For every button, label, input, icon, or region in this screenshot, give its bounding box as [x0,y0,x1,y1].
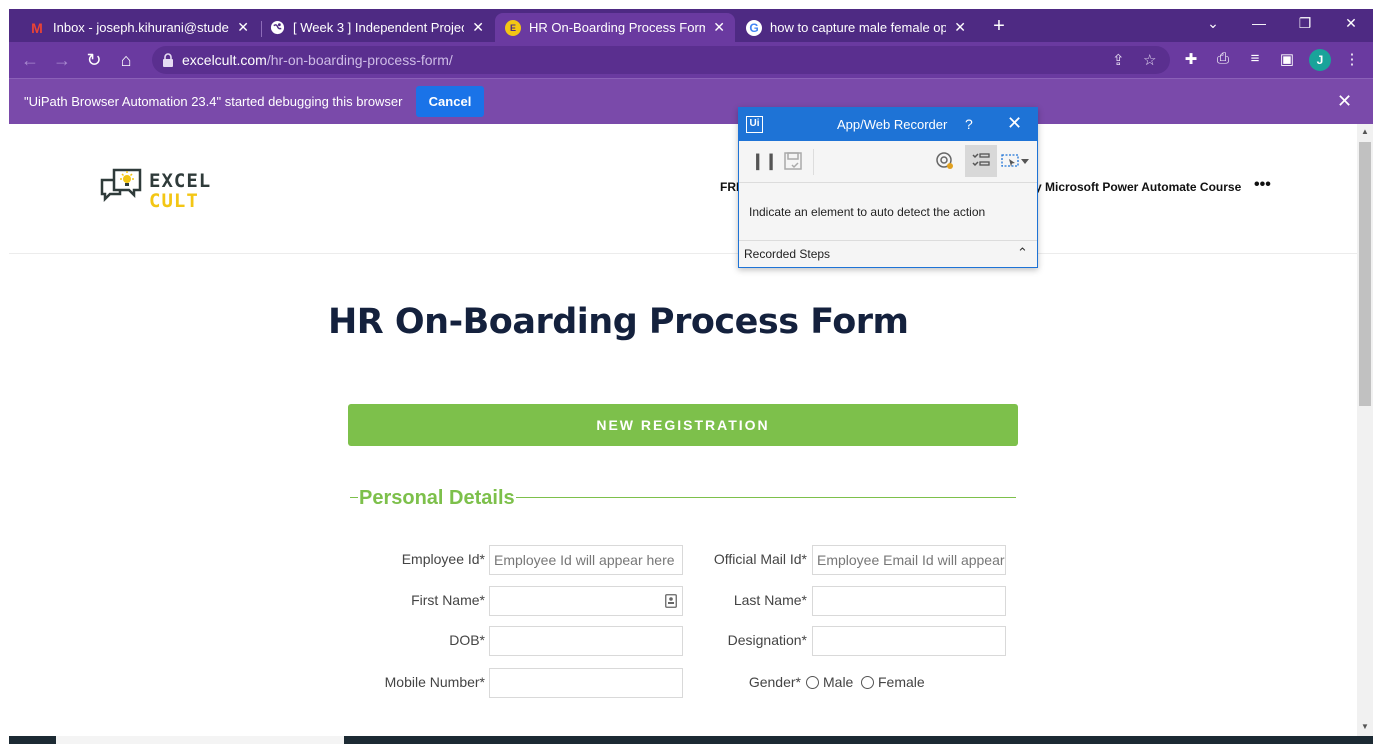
scroll-down-icon[interactable]: ▼ [1361,722,1369,731]
gender-female-radio[interactable] [861,676,874,689]
debug-infobar: "UiPath Browser Automation 23.4" started… [9,78,1373,124]
last-name-field[interactable] [812,586,1006,616]
nav-more-icon[interactable]: ••• [1254,176,1271,194]
recorded-list-icon[interactable] [965,145,997,177]
save-icon[interactable] [783,151,803,176]
logo-text-cult: CULT [149,190,199,212]
cast-icon[interactable]: ⎙ [1212,50,1234,67]
recorder-titlebar: Ui App/Web Recorder ? ✕ [739,108,1037,141]
taskbar [9,736,1373,744]
share-icon[interactable]: ⇪ [1112,51,1125,69]
recorded-steps-label: Recorded Steps [744,247,831,261]
recorder-toolbar: ❙❙ [739,141,1037,183]
tab-title: HR On-Boarding Process Form - E [529,20,706,35]
scroll-up-icon[interactable]: ▲ [1361,127,1369,136]
url-text: excelcult.com/hr-on-boarding-process-for… [182,52,453,68]
official-mail-field[interactable]: Employee Email Id will appear [812,545,1006,575]
nav-item-power-automate-course[interactable]: y Microsoft Power Automate Course [1035,180,1241,194]
designation-label: Designation* [727,632,807,648]
contact-card-icon[interactable] [665,594,677,608]
logo-bulb-icon [100,168,142,203]
page-scrollbar[interactable]: ▲ ▼ [1357,124,1373,736]
close-icon[interactable]: ✕ [472,19,484,36]
screen: M Inbox - joseph.kihurani@student ✕ [ We… [0,0,1382,744]
debug-message: "UiPath Browser Automation 23.4" started… [24,94,403,109]
official-mail-label: Official Mail Id* [713,551,807,567]
tab-bar: M Inbox - joseph.kihurani@student ✕ [ We… [9,9,1373,42]
extensions-icon[interactable]: ✚ [1180,50,1202,68]
web-page: EXCEL CULT FRE y Microsoft Power Automat… [9,124,1357,736]
new-tab-icon[interactable]: + [987,15,1011,38]
excelcult-icon: E [505,19,521,36]
scrollbar-thumb[interactable] [1359,142,1371,406]
close-icon[interactable]: ✕ [237,19,249,36]
employee-id-label: Employee Id* [401,551,485,567]
mobile-number-field[interactable] [489,668,683,698]
browser-toolbar: ← → ↻ ⌂ excelcult.com/hr-on-boarding-pro… [9,42,1373,78]
first-name-label: First Name* [411,592,485,608]
window-close-icon[interactable]: ✕ [1336,15,1366,32]
screen-capture-dropdown-icon[interactable] [1001,151,1031,176]
address-bar[interactable]: excelcult.com/hr-on-boarding-process-for… [152,46,1170,74]
close-infobar-icon[interactable]: ✕ [1337,91,1352,112]
profile-avatar[interactable]: J [1309,49,1331,71]
menu-icon[interactable]: ⋮ [1341,50,1363,68]
gmail-icon: M [31,19,43,36]
last-name-label: Last Name* [733,592,807,608]
chevron-up-icon[interactable]: ⌃ [1017,245,1028,261]
globe-icon [269,20,285,36]
bookmark-star-icon[interactable]: ☆ [1143,51,1156,69]
designation-field[interactable] [812,626,1006,656]
close-icon[interactable]: ✕ [954,19,966,36]
recorder-close-icon[interactable]: ✕ [1007,113,1022,134]
site-header: EXCEL CULT FRE y Microsoft Power Automat… [9,124,1357,254]
tab-week3[interactable]: [ Week 3 ] Independent Project ✕ [259,13,494,42]
recorded-steps-panel[interactable]: Recorded Steps ⌃ [739,240,1037,267]
tab-search-icon[interactable]: ⌄ [1198,15,1228,32]
back-icon[interactable]: ← [19,49,41,71]
mobile-number-label: Mobile Number* [384,674,485,690]
restore-icon[interactable]: ❐ [1290,15,1320,32]
new-registration-button[interactable]: NEW REGISTRATION [348,404,1018,446]
first-name-field[interactable] [489,586,683,616]
dob-field[interactable] [489,626,683,656]
gender-female-label[interactable]: Female [878,674,925,690]
toolbar-divider [813,149,814,175]
google-icon: G [746,19,762,36]
reload-icon[interactable]: ↻ [83,49,105,71]
dob-label: DOB* [449,632,485,648]
recorder-instruction: Indicate an element to auto detect the a… [749,205,986,219]
gender-label: Gender* [748,674,801,690]
gender-male-radio[interactable] [806,676,819,689]
gender-male-label[interactable]: Male [823,674,853,690]
taskbar-item[interactable] [56,736,344,744]
recorder-title: App/Web Recorder [837,117,948,132]
tab-title: how to capture male female optio [770,20,947,35]
minimize-icon[interactable]: — [1244,15,1274,31]
pause-icon[interactable]: ❙❙ [751,151,778,171]
lock-icon [163,53,173,67]
tab-hr-form[interactable]: E HR On-Boarding Process Form - E ✕ [495,13,735,42]
excelcult-logo[interactable]: EXCEL CULT [99,166,229,212]
tab-gmail[interactable]: M Inbox - joseph.kihurani@student ✕ [19,13,259,42]
cancel-debug-button[interactable]: Cancel [416,86,484,117]
forward-icon[interactable]: → [51,49,73,71]
close-icon[interactable]: ✕ [713,19,725,36]
recorder-window: Ui App/Web Recorder ? ✕ ❙❙ Indicate an e… [738,107,1038,268]
page-title: HR On-Boarding Process Form [328,302,909,342]
logo-text-excel: EXCEL [149,170,212,192]
section-title-personal-details: Personal Details [358,487,516,510]
home-icon[interactable]: ⌂ [115,49,137,71]
tab-title: Inbox - joseph.kihurani@student [53,20,230,35]
tab-title: [ Week 3 ] Independent Project [293,20,465,35]
uipath-logo-icon: Ui [746,116,763,133]
help-icon[interactable]: ? [965,116,973,132]
reading-list-icon[interactable]: ≡ [1244,50,1266,67]
tab-google[interactable]: G how to capture male female optio ✕ [736,13,976,42]
side-panel-icon[interactable]: ▣ [1276,50,1298,68]
target-icon[interactable] [935,151,955,176]
employee-id-field[interactable]: Employee Id will appear here [489,545,683,575]
